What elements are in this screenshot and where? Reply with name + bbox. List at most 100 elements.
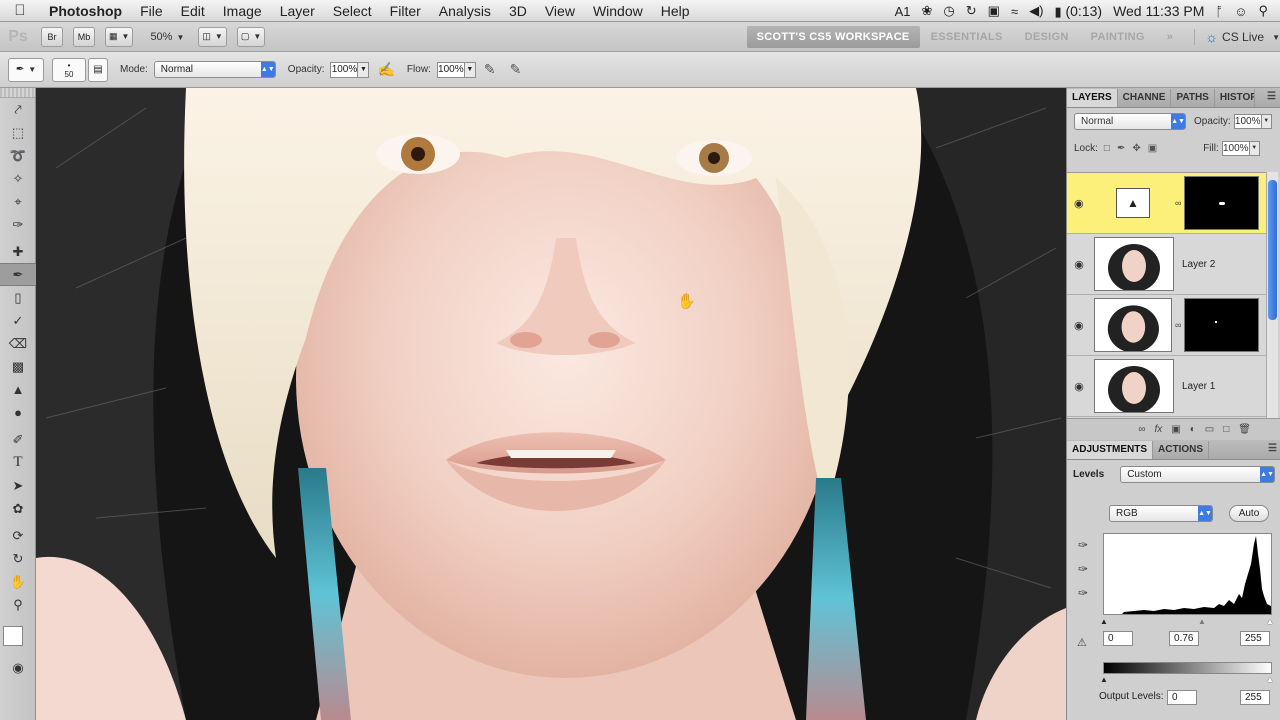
mask-link-icon[interactable]: ∞ [1172,198,1184,208]
tab-paths[interactable]: PATHS [1171,89,1215,107]
layers-scrollbar[interactable] [1266,172,1278,418]
menu-analysis[interactable]: Analysis [430,3,500,19]
gray-point-eyedropper-icon[interactable]: ✑ [1078,562,1088,576]
sync-icon[interactable]: ↻ [966,3,977,19]
channel-select[interactable]: RGB ▲▼ [1109,505,1213,522]
mask-link-icon[interactable]: ∞ [1172,320,1184,330]
adobe-updates-icon[interactable]: A1 [895,4,911,19]
mode-select[interactable]: Normal ▲▼ [153,61,276,78]
add-mask-icon[interactable]: ▣ [1171,424,1180,435]
auto-button[interactable]: Auto [1229,505,1269,522]
layer-row-layer-2[interactable]: ◉ Layer 2 [1067,234,1267,295]
menu-clock[interactable]: Wed 11:33 PM [1113,3,1204,19]
layer-mask-thumbnail[interactable] [1184,298,1259,352]
clone-stamp-tool-icon[interactable]: ▯ [0,286,36,309]
visibility-eye-icon[interactable]: ◉ [1067,319,1091,332]
lock-all-icon[interactable]: ▣ [1148,143,1157,154]
shape-tool-icon[interactable]: ✿ [0,497,36,520]
3d-rotate-tool-icon[interactable]: ⟳ [0,524,36,547]
workspace-essentials[interactable]: ESSENTIALS [920,31,1014,43]
brush-panel-toggle[interactable]: ▤ [88,57,108,82]
layer-row-levels[interactable]: ◉ ▲ ∞ [1067,173,1267,234]
healing-brush-tool-icon[interactable]: ✚ [0,240,36,263]
flow-slider-toggle[interactable]: ▼ [464,61,476,78]
mini-bridge-button[interactable]: Mb [73,26,95,47]
screen-mode-button[interactable]: ▢ ▼ [236,26,266,47]
layer-row-masked[interactable]: ◉ ∞ [1067,295,1267,356]
black-point-eyedropper-icon[interactable]: ✑ [1078,538,1088,552]
view-extras-button[interactable]: ▦ ▼ [105,26,134,47]
output-black-field[interactable]: 0 [1167,690,1197,705]
lock-transparency-icon[interactable]: □ [1104,143,1110,154]
menu-help[interactable]: Help [652,3,699,19]
fill-toggle[interactable]: ▼ [1249,140,1260,156]
move-tool-icon[interactable]: ⤤ [0,98,36,121]
menu-layer[interactable]: Layer [271,3,324,19]
new-adjustment-layer-icon[interactable]: ◐ [1190,424,1196,435]
visibility-eye-icon[interactable]: ◉ [1067,380,1091,393]
history-brush-tool-icon[interactable]: ✓ [0,309,36,332]
quick-mask-icon[interactable]: ◉ [0,656,36,679]
layer-style-icon[interactable]: fx [1155,424,1163,435]
battery-status[interactable]: ▮ (0:13) [1054,3,1102,20]
black-output-slider[interactable]: ▲ [1100,676,1108,684]
black-input-slider[interactable]: ▲ [1100,618,1108,626]
menu-image[interactable]: Image [214,3,271,19]
white-point-eyedropper-icon[interactable]: ✑ [1078,586,1088,600]
tab-layers[interactable]: LAYERS [1067,89,1118,107]
layer-mask-thumbnail[interactable] [1184,176,1259,230]
pressure-size-icon[interactable]: ✎ [510,61,522,78]
marquee-tool-icon[interactable]: ⬚ [0,121,36,144]
layer-name[interactable]: Layer 1 [1182,381,1215,392]
menu-3d[interactable]: 3D [500,3,536,19]
bridge-button[interactable]: Br [41,26,63,47]
visibility-eye-icon[interactable]: ◉ [1067,197,1091,210]
lasso-tool-icon[interactable]: ➰ [0,144,36,167]
workspace-painting[interactable]: PAINTING [1080,31,1156,43]
dodge-tool-icon[interactable]: ● [0,401,36,424]
display-icon[interactable]: ▣ [988,3,1000,19]
cs-live-button[interactable]: ☼ CS Live ▼ [1194,29,1280,45]
crop-tool-icon[interactable]: ⌖ [0,190,36,213]
document-canvas[interactable]: ✋ [36,88,1066,720]
quick-selection-tool-icon[interactable]: ✧ [0,167,36,190]
flow-input[interactable]: 100% [436,61,465,78]
panel-menu-icon[interactable]: ☰ [1268,443,1277,454]
menu-view[interactable]: View [536,3,584,19]
workspace-more-button[interactable]: » [1156,31,1184,43]
blend-mode-select[interactable]: Normal ▲▼ [1074,112,1186,130]
arrange-documents-button[interactable]: ◫ ▼ [198,26,227,47]
workspace-scotts-cs5[interactable]: SCOTT'S CS5 WORKSPACE [746,26,920,48]
levels-preset-select[interactable]: Custom ▲▼ [1120,466,1275,483]
tab-actions[interactable]: ACTIONS [1153,441,1210,459]
layer-opacity-toggle[interactable]: ▼ [1261,113,1272,129]
lock-position-icon[interactable]: ✥ [1132,143,1140,154]
bluetooth-icon[interactable]: ᚩ [1215,4,1223,19]
spotlight-search-icon[interactable]: ⚲ [1258,3,1268,19]
bluetooth-menu-icon[interactable]: ❀ [922,3,933,19]
clipping-warning-icon[interactable]: ⚠ [1077,636,1087,649]
workspace-design[interactable]: DESIGN [1014,31,1080,43]
brush-tool-icon[interactable]: ✒ [0,263,36,286]
menu-filter[interactable]: Filter [381,3,430,19]
airbrush-icon[interactable]: ✎ [484,61,496,78]
tab-channels[interactable]: CHANNE [1118,89,1172,107]
apple-icon[interactable]:  [0,2,40,19]
visibility-eye-icon[interactable]: ◉ [1067,258,1091,271]
new-group-icon[interactable]: ▭ [1205,424,1214,435]
brush-preset-picker[interactable]: • 50 [52,57,86,82]
foreground-color-swatch[interactable] [3,626,23,646]
blur-tool-icon[interactable]: ▲ [0,378,36,401]
opacity-input[interactable]: 100% [330,61,359,78]
link-layers-icon[interactable]: ∞ [1138,424,1145,435]
menu-edit[interactable]: Edit [172,3,214,19]
gamma-input-slider[interactable]: ▲ [1198,618,1206,626]
panel-menu-icon[interactable]: ☰ [1267,91,1276,102]
pen-tool-icon[interactable]: ✐ [0,428,36,451]
layer-name[interactable]: Layer 2 [1182,259,1215,270]
eraser-tool-icon[interactable]: ⌫ [0,332,36,355]
lock-pixels-icon[interactable]: ✒ [1117,143,1125,154]
fill-input[interactable]: 100% [1221,140,1250,156]
zoom-tool-icon[interactable]: ⚲ [0,593,36,616]
volume-icon[interactable]: ◀) [1029,3,1043,19]
